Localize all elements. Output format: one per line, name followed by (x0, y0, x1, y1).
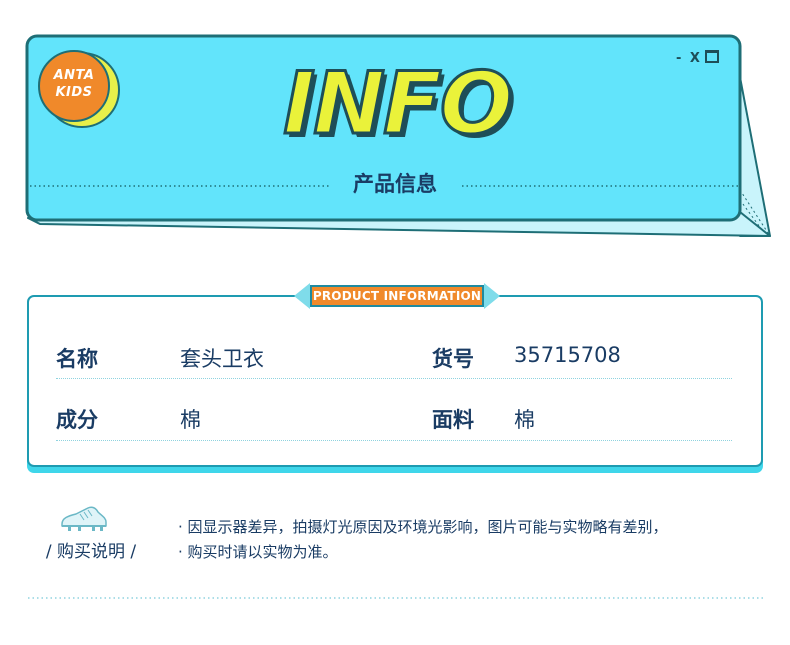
bottom-divider-layer (28, 597, 764, 599)
